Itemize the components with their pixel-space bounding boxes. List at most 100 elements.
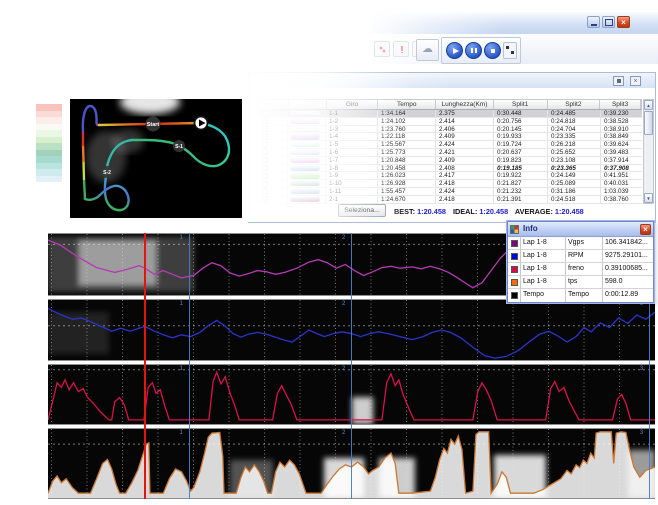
lap-tempo: 1:20.848 xyxy=(378,157,436,164)
scrollbar-thumb[interactable] xyxy=(644,111,653,135)
lap-length: 2.409 xyxy=(436,157,494,164)
info-panel-title-bar[interactable]: Info × xyxy=(508,222,653,237)
lap-split3: 0:41.951 xyxy=(601,172,642,179)
lap-length: 2.406 xyxy=(436,126,494,133)
lap-id: 1-6 xyxy=(326,149,378,156)
lap-tempo: 1:22.118 xyxy=(378,133,436,140)
info-panel-rows: Lap 1-8Vgps106.341842...Lap 1-8RPM9275.2… xyxy=(508,237,653,302)
lap-split1: 0:19.823 xyxy=(494,157,548,164)
row-checkbox[interactable] xyxy=(262,165,268,171)
table-row-2-1[interactable]: 2-11:24.6702.4180:21.3910:24.5180:38.760 xyxy=(256,196,642,204)
lap-marker-label: 2 xyxy=(342,366,345,372)
playback-cursor[interactable] xyxy=(144,233,146,499)
header-lunghezza[interactable]: Lunghezza(Km) xyxy=(436,100,494,109)
lap-id: 1-2 xyxy=(326,118,378,125)
lap-length: 2.418 xyxy=(436,180,494,187)
open-track-button[interactable]: ☁ xyxy=(416,39,439,61)
table-row-1-11[interactable]: 1-111:55.4572.4240:21.2320:31.1861:03.03… xyxy=(256,188,642,196)
info-row-freno[interactable]: Lap 1-8freno0.39100685... xyxy=(508,263,653,276)
row-checkbox[interactable] xyxy=(262,188,268,194)
stop-button[interactable] xyxy=(484,42,501,59)
table-row-1-4[interactable]: 1-41:22.1182.4090:19.9330:23.3350:38.849 xyxy=(256,133,642,141)
row-checkbox[interactable] xyxy=(262,196,268,202)
row-checkbox[interactable] xyxy=(262,142,268,148)
dots-icon xyxy=(379,46,386,53)
lap-marker-label: 1 xyxy=(180,366,183,372)
lap-id: 1-3 xyxy=(326,126,378,133)
scroll-down-button[interactable]: ▼ xyxy=(644,193,653,203)
header-giro[interactable]: Giro xyxy=(327,100,379,109)
lap-color-swatch xyxy=(290,189,320,194)
lap-color-swatch xyxy=(290,111,320,116)
lap-marker-label: 2 xyxy=(342,430,345,436)
info-row-tps[interactable]: Lap 1-8tps598.0 xyxy=(508,276,653,289)
table-row-1-8[interactable]: 1-81:20.4582.4080:19.1850:23.3650:37.908 xyxy=(256,165,642,173)
seleziona-button[interactable]: Seleziona... xyxy=(338,204,386,217)
best-value: 1:20.458 xyxy=(417,207,446,216)
lap-marker-label: 1 xyxy=(180,430,183,436)
lap-split1: 0:20.637 xyxy=(494,149,548,156)
lap-length: 2.418 xyxy=(436,196,494,203)
lap-id: 1-11 xyxy=(326,188,378,195)
best-label: BEST: xyxy=(394,207,415,216)
row-checkbox[interactable] xyxy=(262,157,268,163)
lap-split3: 0:37.914 xyxy=(601,157,642,164)
laps-frame-header[interactable]: × xyxy=(248,72,656,89)
row-checkbox[interactable] xyxy=(262,111,268,117)
table-row-1-6[interactable]: 1-61:25.7732.4210:20.6370:25.6520:39.483 xyxy=(256,149,642,157)
header-split2[interactable]: Split2 xyxy=(548,100,601,109)
marker-button[interactable] xyxy=(503,42,517,59)
pause-icon xyxy=(471,48,473,53)
row-checkbox[interactable] xyxy=(262,126,268,132)
lap-table-rows: 1-11:34.1642.3750:30.4480:24.4850:39.230… xyxy=(256,110,642,204)
close-button[interactable]: × xyxy=(617,16,630,28)
header-split1[interactable]: Split1 xyxy=(494,100,548,109)
minimize-button[interactable] xyxy=(587,16,600,28)
float-frame-icon[interactable] xyxy=(613,76,624,86)
table-row-1-3[interactable]: 1-31:23.7602.4060:20.1450:24.7040:38.910 xyxy=(256,126,642,134)
pause-button[interactable] xyxy=(465,42,482,59)
toolbar-button-2[interactable] xyxy=(393,41,409,57)
lap-split1: 0:19.724 xyxy=(494,141,548,148)
marker-icon xyxy=(506,46,509,49)
play-button[interactable] xyxy=(446,42,463,59)
row-checkbox[interactable] xyxy=(262,118,268,124)
lap-split2: 0:24.818 xyxy=(548,118,601,125)
lap-split2: 0:23.365 xyxy=(548,165,601,172)
info-row-Tempo[interactable]: TempoTempo0:00:12.89 xyxy=(508,289,653,302)
info-row-RPM[interactable]: Lap 1-8RPM9275.29101... xyxy=(508,250,653,263)
row-checkbox[interactable] xyxy=(262,173,268,179)
table-row-1-10[interactable]: 1-101:26.9282.4180:21.8270:25.0890:40.03… xyxy=(256,180,642,188)
header-tempo[interactable]: Tempo xyxy=(378,100,436,109)
window-title-bar[interactable]: × xyxy=(352,12,658,34)
lap-tempo: 1:23.760 xyxy=(378,126,436,133)
lap-color-swatch xyxy=(290,134,320,139)
maximize-button[interactable] xyxy=(602,16,615,28)
lap-color-swatch xyxy=(290,158,320,163)
table-row-1-1[interactable]: 1-11:34.1642.3750:30.4480:24.4850:39.230 xyxy=(256,110,642,118)
lap-color-swatch xyxy=(290,150,320,155)
table-row-1-5[interactable]: 1-51:25.5672.4240:19.7240:26.2180:39.624 xyxy=(256,141,642,149)
table-row-1-9[interactable]: 1-91:26.0232.4170:19.9220:24.1490:41.951 xyxy=(256,172,642,180)
info-close-button[interactable]: × xyxy=(640,224,651,235)
row-checkbox[interactable] xyxy=(262,134,268,140)
table-row-1-2[interactable]: 1-21:24.1022.4140:20.7560:24.8180:38.528 xyxy=(256,118,642,126)
table-row-1-7[interactable]: 1-71:20.8482.4090:19.8230:23.1080:37.914 xyxy=(256,157,642,165)
row-checkbox[interactable] xyxy=(262,181,268,187)
row-checkbox[interactable] xyxy=(262,149,268,155)
lap-marker-label: 3 xyxy=(640,430,643,436)
info-value: 106.341842... xyxy=(603,237,653,249)
close-frame-icon[interactable]: × xyxy=(630,76,641,86)
info-value: 0.39100685... xyxy=(603,263,653,275)
scroll-up-button[interactable]: ▲ xyxy=(644,100,653,110)
table-scrollbar[interactable]: ▲ ▼ xyxy=(643,99,654,204)
toolbar-button-1[interactable] xyxy=(374,41,390,57)
lap-table-header[interactable]: Giro Tempo Lunghezza(Km) Split1 Split2 S… xyxy=(256,99,642,110)
lap-tempo: 1:26.928 xyxy=(378,180,436,187)
track-map[interactable]: Start S-1 S-2 xyxy=(70,99,242,218)
lap-split1: 0:21.827 xyxy=(494,180,548,187)
lap-split3: 0:39.483 xyxy=(601,149,642,156)
lap-color-swatch xyxy=(290,142,320,147)
header-split3[interactable]: Split3 xyxy=(600,100,641,109)
info-row-Vgps[interactable]: Lap 1-8Vgps106.341842... xyxy=(508,237,653,250)
